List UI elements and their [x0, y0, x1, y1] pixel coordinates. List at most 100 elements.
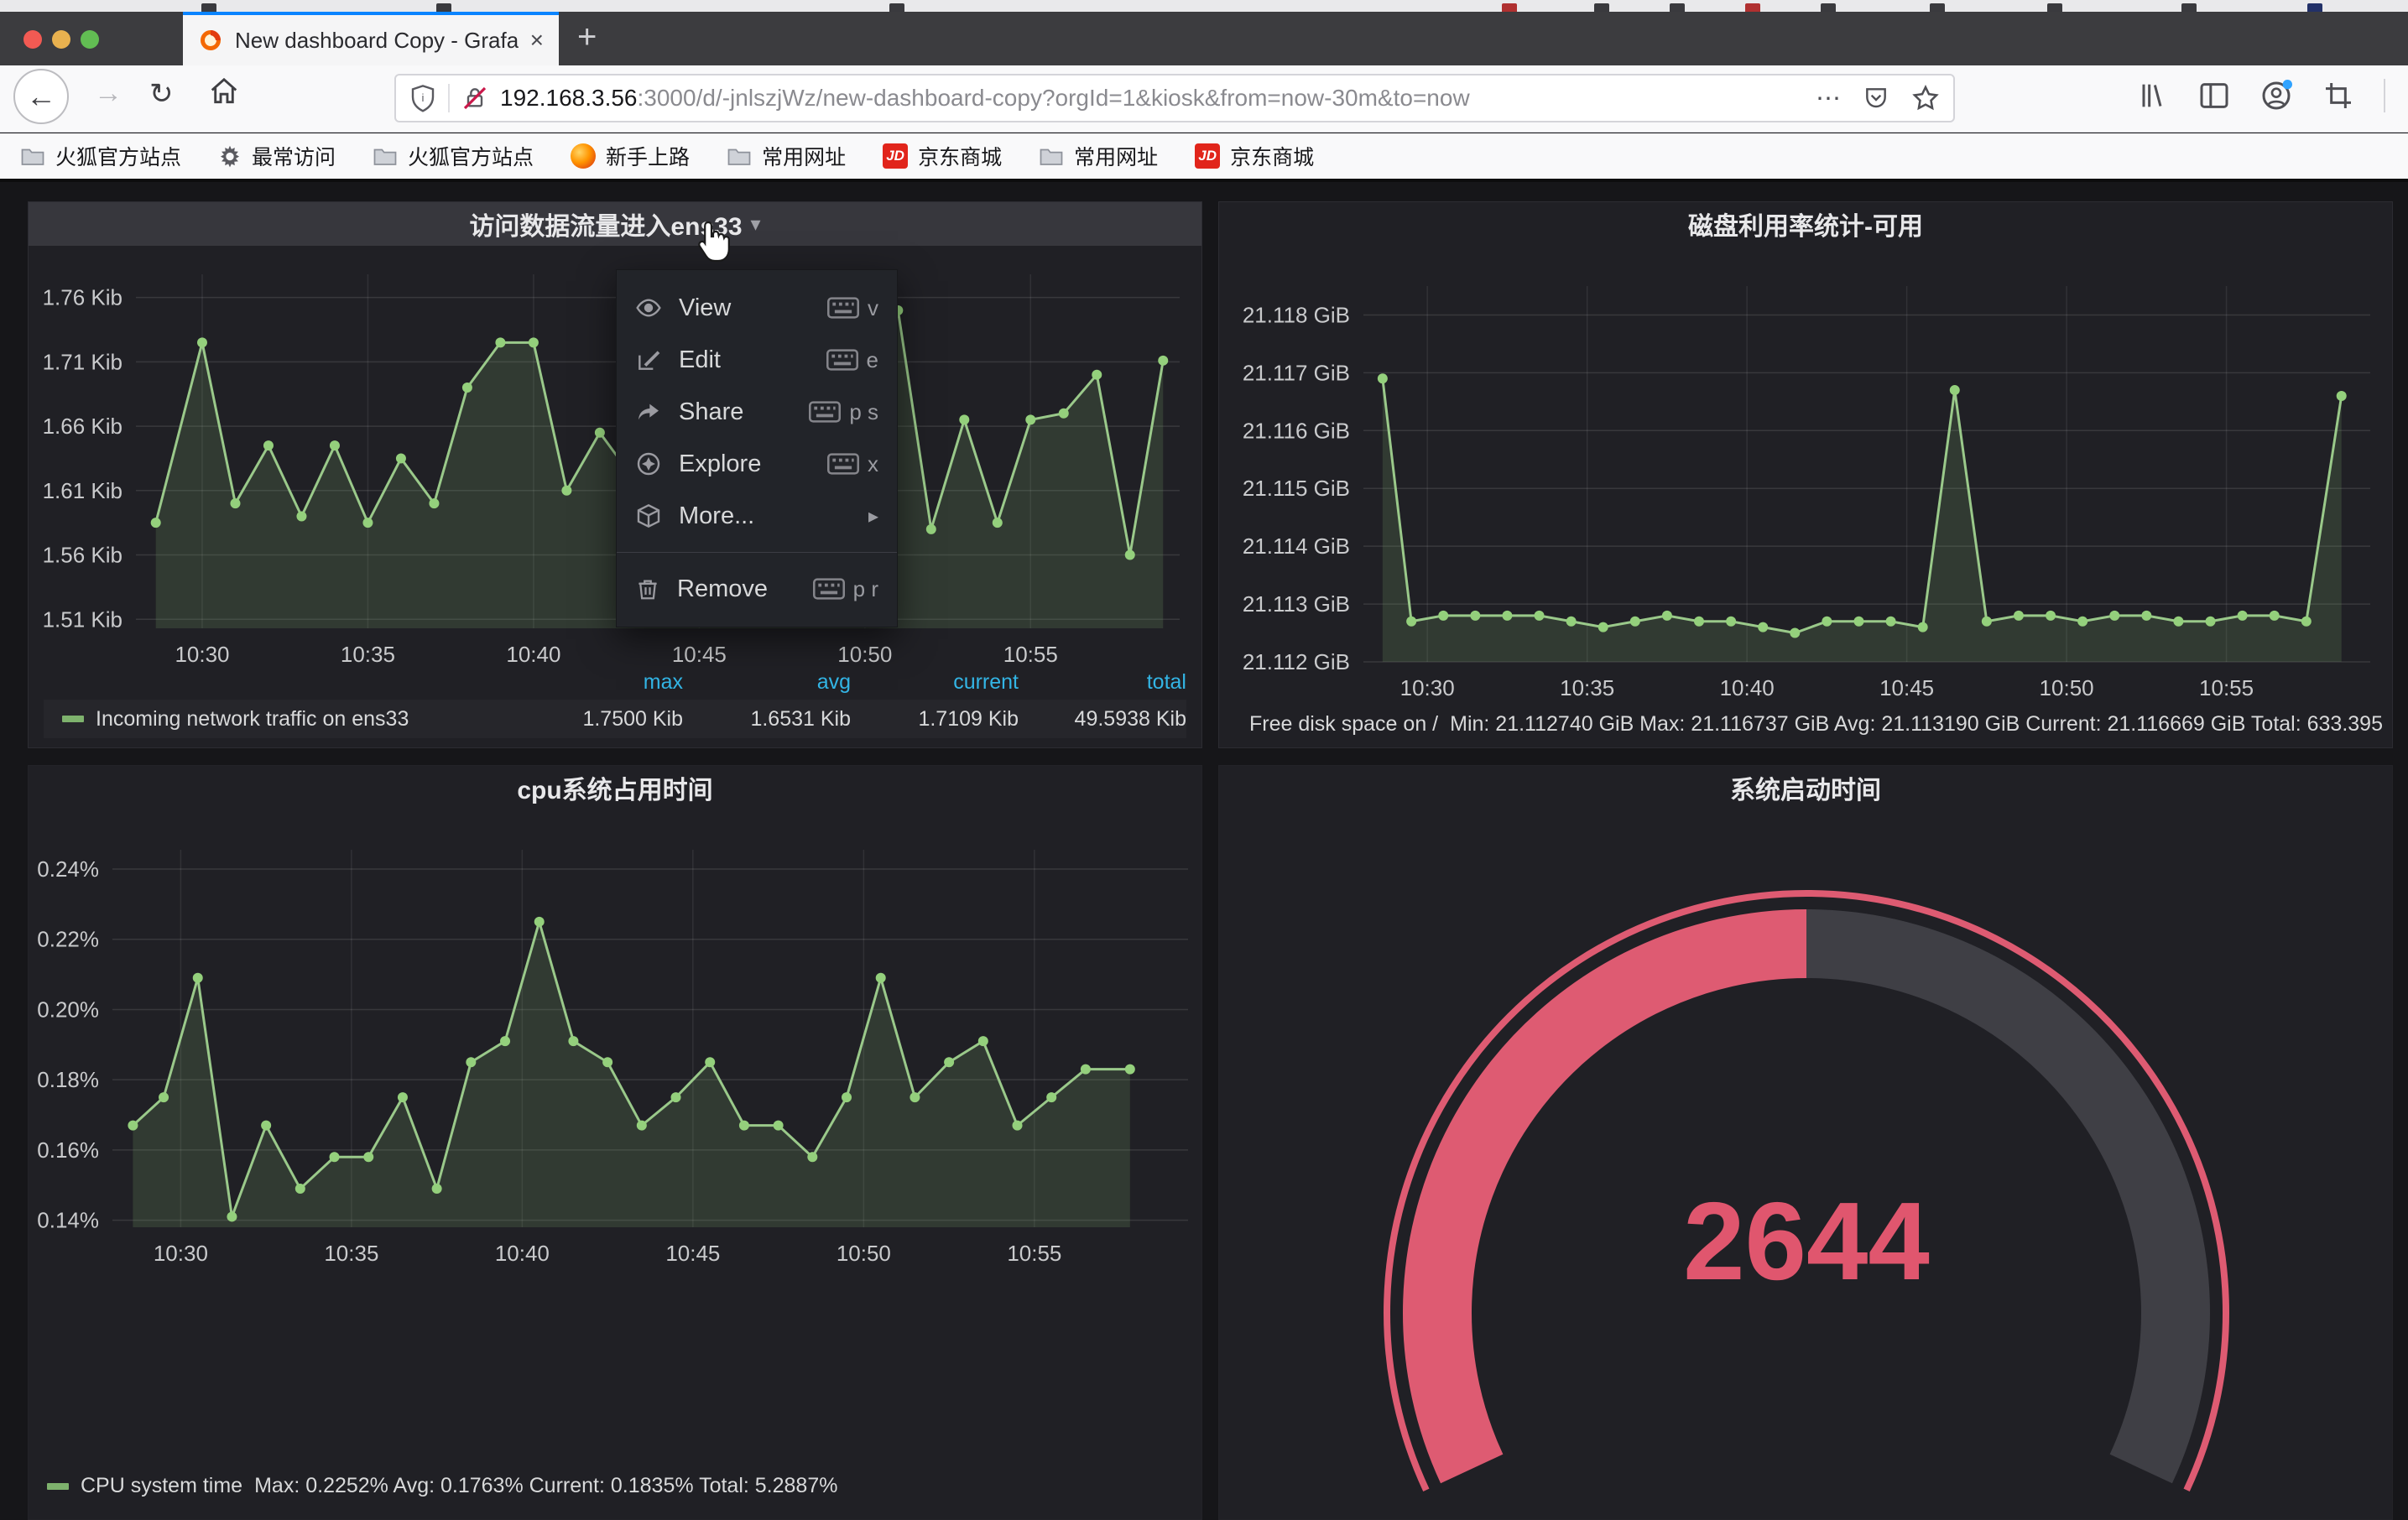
keyboard-icon	[813, 578, 845, 600]
bookmark-item[interactable]: 常用网址	[1039, 141, 1158, 171]
series-label[interactable]: CPU system time	[81, 1474, 242, 1498]
menu-item-view[interactable]: View v	[617, 282, 897, 334]
bookmark-item[interactable]: 新手上路	[571, 141, 690, 171]
menu-item-remove[interactable]: Remove p r	[617, 563, 897, 615]
new-tab-button[interactable]: +	[577, 18, 597, 56]
svg-text:10:30: 10:30	[1400, 675, 1455, 699]
url-text[interactable]: 192.168.3.56:3000/d/-jnlszjWz/new-dashbo…	[500, 85, 1806, 112]
keyboard-icon	[827, 453, 859, 475]
bookmark-label: 京东商城	[1230, 141, 1314, 171]
home-button[interactable]	[208, 75, 240, 115]
shortcut-key: e	[867, 347, 878, 373]
browser-tab[interactable]: New dashboard Copy - Grafana ×	[183, 12, 559, 65]
gear-icon	[218, 144, 242, 168]
menu-separator	[617, 552, 897, 553]
menu-item-edit[interactable]: Edit e	[617, 334, 897, 386]
reload-button[interactable]: ↻	[149, 77, 174, 111]
panel-title[interactable]: 系统启动时间	[1730, 769, 1881, 806]
series-label[interactable]: Incoming network traffic on ens33	[96, 707, 409, 731]
bookmark-item[interactable]: 最常访问	[218, 141, 336, 171]
svg-text:10:55: 10:55	[1003, 642, 1058, 665]
legend-header-total[interactable]: total	[1019, 670, 1186, 695]
svg-text:21.118 GiB: 21.118 GiB	[1243, 302, 1350, 327]
panel-title-bar[interactable]: 访问数据流量进入ens33 ▾	[29, 202, 1201, 246]
url-bar[interactable]: i 192.168.3.56:3000/d/-jnlszjWz/new-dash…	[394, 74, 1955, 122]
legend-current-value: 1.7109 Kib	[851, 707, 1019, 731]
series-swatch	[62, 716, 84, 722]
svg-text:10:50: 10:50	[837, 1241, 891, 1266]
chevron-down-icon[interactable]: ▾	[751, 212, 761, 237]
svg-text:10:45: 10:45	[672, 642, 727, 665]
legend-table: max avg current total Incoming network t…	[44, 670, 1186, 738]
svg-text:1.56 Kib: 1.56 Kib	[43, 543, 122, 568]
library-icon[interactable]	[2135, 79, 2169, 112]
folder-icon	[373, 145, 398, 167]
legend-row[interactable]: Incoming network traffic on ens33 1.7500…	[44, 700, 1186, 738]
legend-header-max[interactable]: max	[515, 670, 683, 695]
menubar-fragment	[1930, 3, 1945, 12]
legend-header-avg[interactable]: avg	[683, 670, 851, 695]
bookmark-label: 新手上路	[606, 141, 690, 171]
bookmark-star-icon[interactable]	[1911, 84, 1940, 112]
tracking-shield-icon[interactable]: i	[409, 83, 436, 113]
menu-item-label: More...	[679, 502, 852, 530]
edit-icon	[635, 346, 662, 373]
page-actions-icon[interactable]: ⋯	[1816, 84, 1841, 113]
account-icon[interactable]	[2259, 79, 2293, 112]
svg-text:1.61 Kib: 1.61 Kib	[43, 478, 122, 503]
sidebar-toggle-icon[interactable]	[2197, 79, 2231, 112]
bookmark-item[interactable]: 火狐官方站点	[20, 141, 181, 171]
svg-text:10:50: 10:50	[837, 642, 892, 665]
svg-text:i: i	[422, 91, 425, 104]
menu-item-explore[interactable]: Explore x	[617, 438, 897, 490]
panel-cpu-time: cpu系统占用时间 10:3010:3510:4010:4510:5010:55…	[28, 765, 1202, 1520]
menubar-fragment	[201, 3, 216, 12]
shortcut-key: p r	[853, 576, 878, 602]
legend-row[interactable]: CPU system time Max: 0.2252% Avg: 0.1763…	[47, 1474, 1193, 1498]
panel-title-bar[interactable]: 系统启动时间	[1219, 766, 2392, 809]
svg-text:21.114 GiB: 21.114 GiB	[1243, 534, 1350, 559]
forward-icon: →	[94, 77, 122, 109]
menu-item-more[interactable]: More... ▸	[617, 490, 897, 542]
forward-button[interactable]: →	[94, 77, 122, 110]
cpu-time-chart[interactable]: 10:3010:3510:4010:4510:5010:550.14%0.16%…	[29, 809, 1201, 1301]
panel-title-bar[interactable]: cpu系统占用时间	[29, 766, 1201, 809]
pocket-icon[interactable]	[1863, 84, 1889, 112]
legend-header-current[interactable]: current	[851, 670, 1019, 695]
grafana-dashboard: 访问数据流量进入ens33 ▾ 10:3010:3510:4010:4510:5…	[0, 185, 2408, 1334]
keyboard-icon	[809, 401, 841, 423]
series-stats: Max: 0.2252% Avg: 0.1763% Current: 0.183…	[254, 1474, 837, 1498]
legend-avg-value: 1.6531 Kib	[683, 707, 851, 731]
disk-usage-chart[interactable]: 10:3010:3510:4010:4510:5010:5521.112 GiB…	[1219, 246, 2385, 699]
window-zoom-button[interactable]	[81, 30, 99, 49]
menu-item-share[interactable]: Share p s	[617, 386, 897, 438]
share-icon	[635, 398, 662, 425]
svg-text:21.113 GiB: 21.113 GiB	[1243, 591, 1350, 617]
screenshot-crop-icon[interactable]	[2322, 79, 2355, 112]
svg-text:1.71 Kib: 1.71 Kib	[43, 349, 122, 374]
bookmark-label: 最常访问	[252, 141, 336, 171]
panel-title[interactable]: 磁盘利用率统计-可用	[1688, 206, 1923, 242]
bookmark-item[interactable]: JD 京东商城	[883, 141, 1002, 171]
tab-bar: New dashboard Copy - Grafana × +	[0, 12, 2408, 65]
back-button[interactable]: ←	[13, 69, 69, 124]
series-label[interactable]: Free disk space on /	[1249, 712, 1438, 737]
panel-title[interactable]: cpu系统占用时间	[517, 769, 712, 806]
bookmark-item[interactable]: JD 京东商城	[1195, 141, 1314, 171]
uptime-gauge[interactable]: 2644	[1219, 809, 2392, 1519]
legend-row[interactable]: Free disk space on / Min: 21.112740 GiB …	[1238, 712, 2384, 737]
tab-close-icon[interactable]: ×	[530, 27, 544, 54]
network-traffic-chart[interactable]: 10:3010:3510:4010:4510:5010:551.51 Kib1.…	[29, 246, 1195, 665]
divider	[448, 84, 450, 112]
bookmark-item[interactable]: 常用网址	[727, 141, 846, 171]
bookmark-item[interactable]: 火狐官方站点	[373, 141, 534, 171]
window-minimize-button[interactable]	[52, 30, 70, 49]
legend-headers: max avg current total	[44, 670, 1186, 695]
home-icon	[208, 75, 240, 107]
bookmark-label: 常用网址	[762, 141, 846, 171]
shortcut-key: p s	[849, 399, 878, 425]
panel-network-traffic: 访问数据流量进入ens33 ▾ 10:3010:3510:4010:4510:5…	[28, 201, 1202, 748]
insecure-lock-icon[interactable]	[461, 84, 488, 112]
panel-title-bar[interactable]: 磁盘利用率统计-可用	[1219, 202, 2392, 246]
window-close-button[interactable]	[23, 30, 42, 49]
